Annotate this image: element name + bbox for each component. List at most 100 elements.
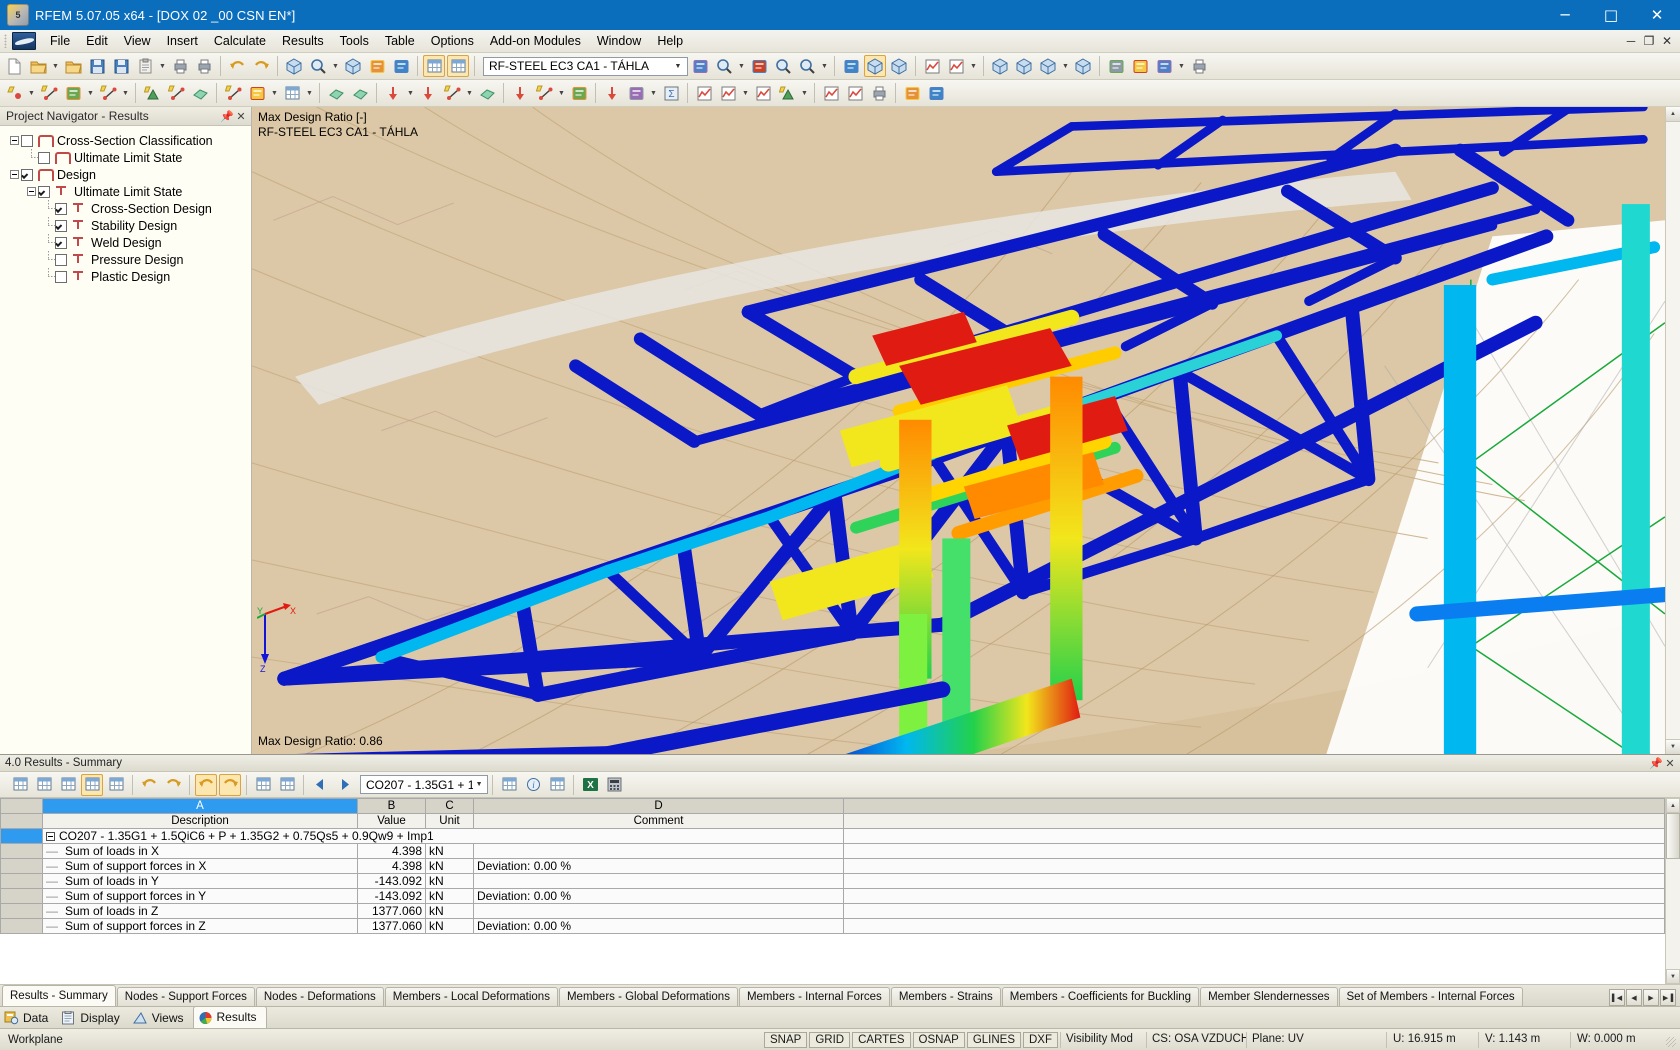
- load-wizard-icon[interactable]: [601, 82, 623, 104]
- isometric-icon[interactable]: [989, 55, 1011, 77]
- table-view-icon[interactable]: [423, 55, 445, 77]
- redo-icon[interactable]: [250, 55, 272, 77]
- printout-icon[interactable]: [868, 82, 890, 104]
- cell-unit[interactable]: kN: [425, 843, 474, 859]
- zoom-target-icon[interactable]: [307, 55, 329, 77]
- undo-icon[interactable]: [226, 55, 248, 77]
- expander-minus-icon[interactable]: [10, 136, 19, 145]
- chevron-down-icon[interactable]: ▼: [464, 82, 475, 104]
- table-grid-icon[interactable]: [447, 55, 469, 77]
- chevron-down-icon[interactable]: ▼: [405, 82, 416, 104]
- menu-item-tools[interactable]: Tools: [332, 31, 377, 51]
- chevron-down-icon[interactable]: ▼: [556, 82, 567, 104]
- clipping-icon[interactable]: [1129, 55, 1151, 77]
- row-header[interactable]: [0, 873, 43, 889]
- new-grid-icon[interactable]: [281, 82, 303, 104]
- table-filter-icon[interactable]: [81, 773, 103, 796]
- cell-unit[interactable]: kN: [425, 918, 474, 934]
- viewport-vertical-scrollbar[interactable]: ▲ ▼: [1665, 107, 1680, 754]
- chevron-down-icon[interactable]: ▼: [968, 55, 979, 77]
- cell-value[interactable]: 1377.060: [357, 918, 426, 934]
- render-model-icon[interactable]: [283, 55, 305, 77]
- chevron-down-icon[interactable]: ▼: [85, 82, 96, 104]
- cell-comment[interactable]: [473, 873, 844, 889]
- row-header-selected[interactable]: [0, 828, 43, 844]
- tree-item-ultimate-limit-state[interactable]: Ultimate Limit State: [8, 149, 251, 166]
- internal-forces-icon[interactable]: [752, 82, 774, 104]
- stress-icon[interactable]: [820, 82, 842, 104]
- tree-item-checkbox[interactable]: [21, 134, 33, 147]
- cell-extra[interactable]: [843, 873, 1665, 889]
- cell-extra[interactable]: [843, 888, 1665, 904]
- view-top-icon[interactable]: [1072, 55, 1094, 77]
- results-tab-nodes-deformations[interactable]: Nodes - Deformations: [255, 987, 384, 1006]
- row-header[interactable]: [0, 888, 43, 904]
- status-toggle-grid[interactable]: GRID: [809, 1031, 851, 1048]
- table-filter-funnel-icon[interactable]: [498, 774, 520, 796]
- view-side-icon[interactable]: [1037, 55, 1059, 77]
- cell-description[interactable]: — Sum of support forces in Y: [42, 888, 358, 904]
- lighting-icon[interactable]: [888, 55, 910, 77]
- new-file-icon[interactable]: [3, 55, 25, 77]
- mdi-minimize-button[interactable]: ─: [1622, 32, 1640, 50]
- chevron-down-icon[interactable]: ▼: [120, 82, 131, 104]
- row-header[interactable]: [0, 858, 43, 874]
- chevron-down-icon[interactable]: ▼: [671, 63, 685, 70]
- table-row[interactable]: — Sum of loads in Z 1377.060 kN: [0, 903, 1665, 919]
- tree-item-pressure-design[interactable]: Pressure Design: [8, 251, 251, 268]
- results-tab-members-coefficients-for-buckling[interactable]: Members - Coefficients for Buckling: [1001, 987, 1200, 1006]
- rotate-view-icon[interactable]: [342, 55, 364, 77]
- nav-tab-display[interactable]: Display: [57, 1007, 128, 1028]
- collapse-group-icon[interactable]: [46, 832, 55, 842]
- status-plane[interactable]: Plane: UV: [1246, 1031, 1386, 1048]
- tab-next-button[interactable]: ▶: [1643, 989, 1659, 1006]
- cell-description[interactable]: — Sum of loads in Z: [42, 903, 358, 919]
- cell-value[interactable]: 4.398: [357, 843, 426, 859]
- results-table-scrollbar[interactable]: ▲ ▼: [1665, 798, 1680, 984]
- cell-comment[interactable]: [473, 903, 844, 919]
- cell-unit[interactable]: kN: [425, 858, 474, 874]
- new-polyline-icon[interactable]: [97, 82, 119, 104]
- new-support-icon[interactable]: [141, 82, 163, 104]
- nav-tab-data[interactable]: Data: [0, 1007, 57, 1028]
- results-on-icon[interactable]: [921, 55, 943, 77]
- cell-unit[interactable]: kN: [425, 873, 474, 889]
- chevron-down-icon[interactable]: ▼: [26, 82, 37, 104]
- column-header-extra[interactable]: [843, 798, 1665, 814]
- viewport-scroll-track[interactable]: [1666, 122, 1680, 739]
- tree-item-checkbox[interactable]: [55, 236, 67, 249]
- menu-item-window[interactable]: Window: [589, 31, 649, 51]
- pin-icon[interactable]: 📌: [220, 110, 234, 123]
- save-project-icon[interactable]: [86, 55, 108, 77]
- excel-export-icon[interactable]: X: [579, 774, 601, 796]
- tree-expander-icon[interactable]: [8, 132, 21, 149]
- visibility-icon[interactable]: [864, 55, 886, 77]
- chevron-down-icon[interactable]: ▼: [157, 55, 168, 77]
- chevron-down-icon[interactable]: ▼: [819, 55, 830, 77]
- tree-item-checkbox[interactable]: [55, 202, 67, 215]
- zoom-out-icon[interactable]: [796, 55, 818, 77]
- calculator-icon[interactable]: [603, 774, 625, 796]
- table-row[interactable]: — Sum of support forces in X 4.398 kN Deviat…: [0, 858, 1665, 874]
- status-toggle-osnap[interactable]: OSNAP: [912, 1031, 965, 1048]
- tree-item-weld-design[interactable]: Weld Design: [8, 234, 251, 251]
- results-tab-members-internal-forces[interactable]: Members - Internal Forces: [738, 987, 890, 1006]
- measure-icon[interactable]: [1153, 55, 1175, 77]
- chevron-down-icon[interactable]: ▼: [1176, 55, 1187, 77]
- chevron-down-icon[interactable]: ▼: [50, 55, 61, 77]
- print-preview-icon[interactable]: [193, 55, 215, 77]
- cell-extra[interactable]: [843, 903, 1665, 919]
- table-scroll-thumb[interactable]: [1666, 813, 1680, 859]
- chevron-down-icon[interactable]: ▼: [736, 55, 747, 77]
- save-icon[interactable]: [110, 55, 132, 77]
- table-fill-down-icon[interactable]: [57, 774, 79, 796]
- results-tab-member-slendernesses[interactable]: Member Slendernesses: [1200, 987, 1338, 1006]
- mdi-restore-button[interactable]: ❐: [1640, 32, 1658, 50]
- tree-item-design[interactable]: Design: [8, 166, 251, 183]
- select-window-icon[interactable]: [366, 55, 388, 77]
- table-select-icon[interactable]: [9, 774, 31, 796]
- menu-item-calculate[interactable]: Calculate: [206, 31, 274, 51]
- tab-prev-button[interactable]: ◀: [1626, 989, 1642, 1006]
- tree-item-checkbox[interactable]: [55, 270, 67, 283]
- tree-item-stability-design[interactable]: Stability Design: [8, 217, 251, 234]
